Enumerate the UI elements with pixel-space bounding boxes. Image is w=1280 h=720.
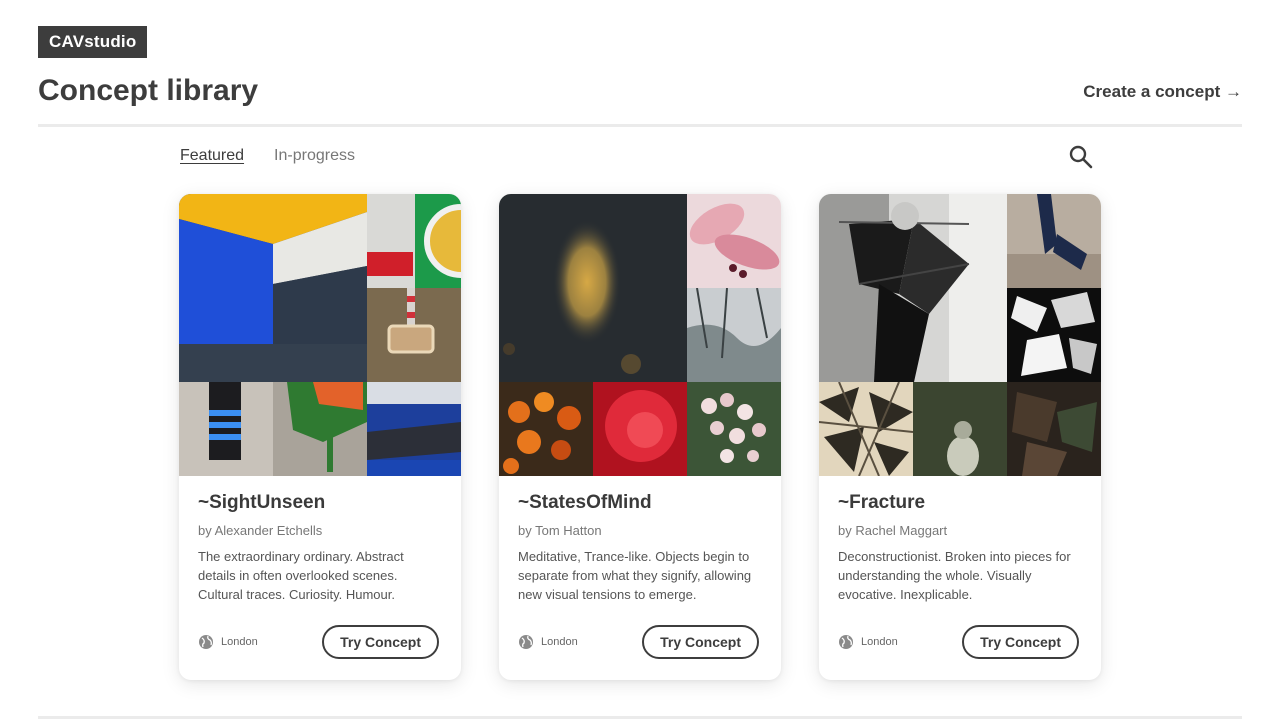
card-description: The extraordinary ordinary. Abstract det… <box>198 549 404 602</box>
card-description: Deconstructionist. Broken into pieces fo… <box>838 549 1071 602</box>
card-title: ~Fracture <box>838 492 926 513</box>
tab-featured[interactable]: Featured <box>180 147 244 165</box>
card-image <box>367 194 461 288</box>
card-image <box>273 382 367 476</box>
try-concept-button[interactable]: Try Concept <box>322 625 439 659</box>
card-author: by Tom Hatton <box>518 523 602 538</box>
location-label: London <box>861 636 898 648</box>
card-description: Meditative, Trance-like. Objects begin t… <box>518 549 752 602</box>
create-concept-link[interactable]: Create a concept → <box>1083 82 1242 102</box>
card-image-mosaic <box>819 194 1101 476</box>
card-title: ~SightUnseen <box>198 492 326 513</box>
card-image <box>913 382 1007 476</box>
location-label: London <box>541 636 578 648</box>
try-concept-button[interactable]: Try Concept <box>962 625 1079 659</box>
card-image <box>687 288 781 382</box>
card-image <box>819 382 913 476</box>
card-author: by Rachel Maggart <box>838 523 948 538</box>
try-concept-button[interactable]: Try Concept <box>642 625 759 659</box>
page-title: Concept library <box>38 74 259 107</box>
globe-icon <box>839 635 853 649</box>
card-image <box>1007 288 1101 382</box>
card-image <box>593 382 687 476</box>
header-divider <box>38 124 1242 127</box>
card-image <box>819 194 1007 382</box>
footer-divider <box>38 716 1242 719</box>
card-image <box>1007 194 1101 288</box>
card-title: ~StatesOfMind <box>518 492 652 513</box>
card-image <box>687 382 781 476</box>
card-image <box>179 194 367 382</box>
location-label: London <box>221 636 258 648</box>
card-image <box>499 382 593 476</box>
card-image <box>499 194 687 382</box>
card-location: London <box>198 634 258 650</box>
concept-card-fracture[interactable]: ~Fracture by Rachel Maggart Deconstructi… <box>819 194 1101 680</box>
app-logo[interactable]: CAVstudio <box>38 26 148 58</box>
card-image <box>687 194 781 288</box>
card-image <box>1007 382 1101 476</box>
card-image <box>367 288 461 382</box>
globe-icon <box>199 635 213 649</box>
card-image <box>367 382 461 476</box>
card-location: London <box>838 634 898 650</box>
concept-card-statesofmind[interactable]: ~StatesOfMind by Tom Hatton Meditative, … <box>499 194 781 680</box>
card-image <box>179 382 273 476</box>
library-tabs: Featured In-progress <box>180 147 355 165</box>
tab-in-progress[interactable]: In-progress <box>274 147 355 165</box>
card-image-mosaic <box>499 194 781 476</box>
card-image-mosaic <box>179 194 461 476</box>
concept-card-sightunseen[interactable]: ~SightUnseen by Alexander Etchells The e… <box>179 194 461 680</box>
globe-icon <box>519 635 533 649</box>
card-location: London <box>518 634 578 650</box>
search-icon[interactable] <box>1068 144 1094 170</box>
card-author: by Alexander Etchells <box>198 523 323 538</box>
